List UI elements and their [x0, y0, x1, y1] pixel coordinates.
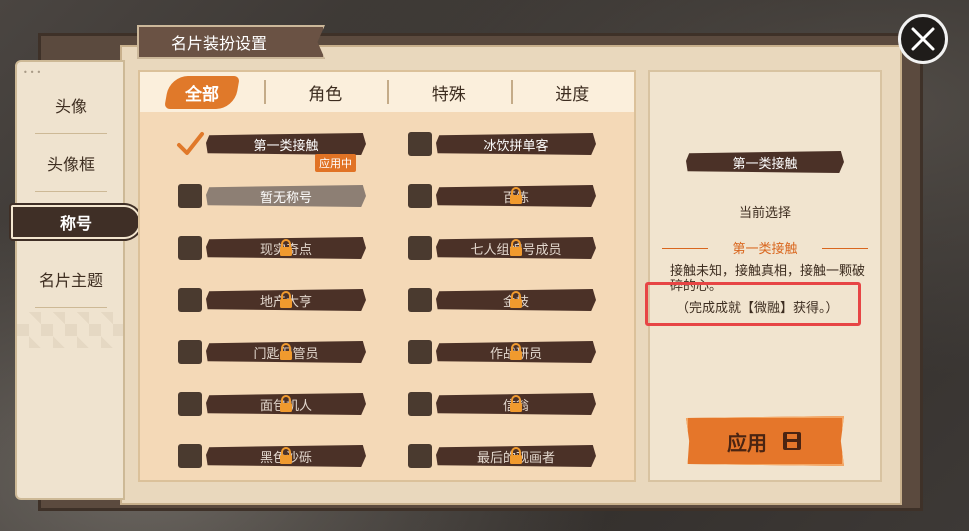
lock-icon — [280, 343, 292, 360]
title-row: 现实奇点 七人组编号成员 — [140, 228, 634, 268]
title-item[interactable]: 最后的观画者 — [408, 436, 648, 476]
nav-item-card-theme[interactable]: 名片主题 — [17, 250, 125, 308]
title-row: 地产大亨 金枝 — [140, 280, 634, 320]
title-checkbox[interactable] — [178, 340, 202, 364]
title-label: 七人组编号成员 — [436, 237, 596, 259]
title-list-panel: 全部 角色 特殊 进度 第一类接触应用中 冰饮拼单客暂无称号 百练现实奇点 七人组编号… — [138, 70, 636, 482]
tab-progress-label: 进度 — [555, 84, 590, 105]
apply-button-label: 应用 — [727, 430, 767, 455]
title-checkbox[interactable] — [177, 132, 204, 156]
title-row: 暂无称号 百练 — [140, 176, 634, 216]
close-icon — [911, 27, 935, 51]
tab-special[interactable]: 特殊 — [387, 72, 511, 112]
title-label: 最后的观画者 — [436, 445, 596, 467]
title-item[interactable]: 信翁 — [408, 384, 648, 424]
tab-all[interactable]: 全部 — [140, 72, 264, 112]
nav-item-title[interactable]: 称号 — [11, 205, 141, 239]
title-checkbox[interactable] — [178, 444, 202, 468]
title-checkbox[interactable] — [178, 184, 202, 208]
title-row: 第一类接触 应用中 冰饮拼单客 — [140, 124, 634, 172]
title-label: 门匙保管员 — [206, 341, 366, 363]
title-checkbox[interactable] — [408, 340, 432, 364]
title-item[interactable]: 冰饮拼单客 — [408, 124, 648, 164]
title-item[interactable]: 黑色沙砾 — [178, 436, 418, 476]
tab-special-label: 特殊 — [431, 84, 466, 105]
tab-progress[interactable]: 进度 — [510, 72, 635, 112]
filter-tabs: 全部 角色 特殊 进度 — [140, 72, 634, 112]
title-row: 黑色沙砾 最后的观画者 — [140, 436, 634, 476]
lock-icon — [280, 291, 292, 308]
title-text: 暂无称号 — [259, 190, 312, 206]
title-item[interactable]: 现实奇点 — [178, 228, 418, 268]
tab-character[interactable]: 角色 — [263, 72, 388, 112]
title-checkbox[interactable] — [178, 392, 202, 416]
nav-item-avatar[interactable]: 头像 — [17, 76, 125, 134]
title-checkbox[interactable] — [408, 392, 432, 416]
title-label: 第一类接触 — [206, 133, 366, 155]
title-text: 第一类接触 — [253, 138, 319, 154]
title-item[interactable]: 地产大亨 — [178, 280, 418, 320]
title-item[interactable]: 面包机人 — [178, 384, 418, 424]
title-item[interactable]: 金枝 — [408, 280, 648, 320]
tab-all-label: 全部 — [184, 84, 219, 105]
title-checkbox[interactable] — [178, 236, 202, 260]
title-text: 冰饮拼单客 — [483, 138, 549, 154]
title-label: 冰饮拼单客 — [436, 133, 596, 155]
lock-icon — [280, 239, 292, 256]
page-title: 名片装扮设置 — [137, 25, 325, 59]
title-item[interactable]: 门匙保管员 — [178, 332, 418, 372]
title-checkbox[interactable] — [408, 288, 432, 312]
title-label: 信翁 — [436, 393, 596, 415]
nav-item-avatar-frame[interactable]: 头像框 — [17, 134, 125, 192]
title-checkbox[interactable] — [408, 444, 432, 468]
title-label: 作战研员 — [436, 341, 596, 363]
title-checkbox[interactable] — [408, 184, 432, 208]
in-use-badge: 应用中 — [315, 154, 356, 172]
lock-icon — [280, 395, 292, 412]
title-item[interactable]: 作战研员 — [408, 332, 648, 372]
lock-icon — [510, 447, 522, 464]
title-label: 黑色沙砾 — [206, 445, 366, 467]
title-row: 面包机人 信翁 — [140, 384, 634, 424]
title-item[interactable]: 七人组编号成员 — [408, 228, 648, 268]
title-row: 门匙保管员 作战研员 — [140, 332, 634, 372]
title-item[interactable]: 暂无称号 — [178, 176, 418, 216]
divider-line-right — [822, 248, 868, 249]
detail-title: 第一类接触 — [686, 151, 844, 173]
title-item[interactable]: 百练 — [408, 176, 648, 216]
title-label: 暂无称号 — [206, 185, 366, 207]
lock-icon — [510, 187, 522, 204]
close-button[interactable] — [898, 14, 948, 64]
apply-button[interactable]: 应用 — [686, 416, 844, 466]
tab-character-label: 角色 — [308, 84, 343, 105]
save-icon — [783, 432, 801, 450]
highlight-box — [645, 282, 861, 326]
title-checkbox[interactable] — [178, 288, 202, 312]
title-label: 现实奇点 — [206, 237, 366, 259]
title-checkbox[interactable] — [408, 236, 432, 260]
lock-icon — [510, 239, 522, 256]
current-selection-label: 当前选择 — [738, 206, 791, 221]
title-label: 面包机人 — [206, 393, 366, 415]
check-icon — [177, 132, 204, 155]
lock-icon — [510, 343, 522, 360]
title-label: 地产大亨 — [206, 289, 366, 311]
title-checkbox[interactable] — [408, 132, 432, 156]
lock-icon — [280, 447, 292, 464]
side-nav: ••• 头像 头像框 称号 名片主题 — [11, 60, 141, 500]
lock-icon — [510, 291, 522, 308]
lock-icon — [510, 395, 522, 412]
title-item[interactable]: 第一类接触 应用中 — [177, 124, 418, 172]
title-label: 百练 — [436, 185, 596, 207]
title-label: 金枝 — [436, 289, 596, 311]
